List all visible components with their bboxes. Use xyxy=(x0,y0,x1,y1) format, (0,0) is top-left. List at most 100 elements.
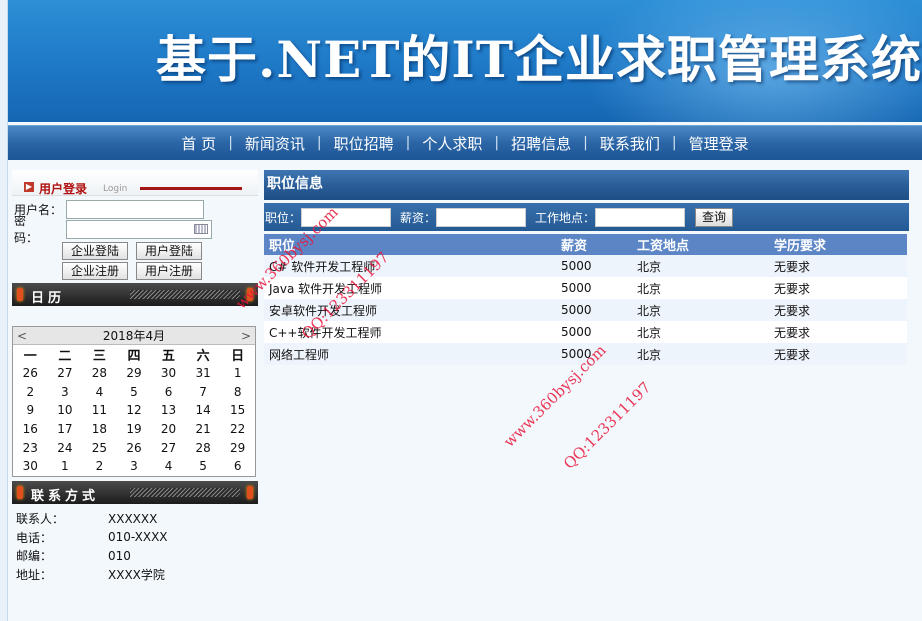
calendar-day[interactable]: 17 xyxy=(48,420,83,439)
calendar-week: 30 1 2 3 4 5 6 xyxy=(13,457,255,476)
calendar-day[interactable]: 14 xyxy=(186,401,221,420)
calendar-day[interactable]: 13 xyxy=(151,401,186,420)
company-login-button[interactable]: 企业登陆 xyxy=(62,242,128,260)
calendar-day[interactable]: 20 xyxy=(151,420,186,439)
nav-item-home[interactable]: 首 页 xyxy=(169,133,228,154)
left-edge xyxy=(0,0,8,621)
position-input[interactable] xyxy=(301,207,392,227)
username-input[interactable] xyxy=(66,199,204,219)
sidebar: ▶ 用户登录 Login 用户名： 密 码： 企业登陆 用户登陆 企业注册 用户… xyxy=(12,170,258,584)
calendar-day[interactable]: 15 xyxy=(220,401,255,420)
calendar-day[interactable]: 1 xyxy=(48,457,83,476)
calendar-day[interactable]: 31 xyxy=(186,364,221,383)
table-row[interactable]: Java 软件开发工程师 5000 北京 无要求 xyxy=(264,277,907,299)
calendar-day[interactable]: 21 xyxy=(186,420,221,439)
keyboard-icon[interactable] xyxy=(194,223,208,234)
job-title-cell[interactable]: Java 软件开发工程师 xyxy=(264,277,556,299)
calendar-week: 16 17 18 19 20 21 22 xyxy=(13,420,255,439)
job-salary-cell: 5000 xyxy=(556,277,632,299)
calendar-day[interactable]: 23 xyxy=(13,438,48,457)
nav-item-recruit-info[interactable]: 招聘信息 xyxy=(499,133,583,154)
calendar-day[interactable]: 12 xyxy=(117,401,152,420)
job-title-cell[interactable]: C# 软件开发工程师 xyxy=(264,255,556,277)
calendar-day[interactable]: 26 xyxy=(13,364,48,383)
calendar-day[interactable]: 2 xyxy=(82,457,117,476)
calendar-day[interactable]: 29 xyxy=(117,364,152,383)
calendar-day[interactable]: 5 xyxy=(117,383,152,402)
calendar-day[interactable]: 4 xyxy=(151,457,186,476)
calendar-day[interactable]: 30 xyxy=(151,364,186,383)
contact-title: 联系方式 xyxy=(31,488,100,504)
salary-label: 薪资： xyxy=(400,210,437,225)
column-position: 职位 xyxy=(264,234,556,255)
user-login-button[interactable]: 用户登陆 xyxy=(136,242,202,260)
contact-key: 邮编： xyxy=(16,549,53,564)
contact-value: 010 xyxy=(108,548,131,563)
company-register-button[interactable]: 企业注册 xyxy=(62,262,128,280)
calendar-day[interactable]: 22 xyxy=(220,420,255,439)
calendar-day[interactable]: 9 xyxy=(13,401,48,420)
calendar: < 2018年4月 > 一 二 三 四 五 六 日 26 27 28 29 30… xyxy=(12,326,256,477)
search-button[interactable]: 查询 xyxy=(695,207,734,227)
calendar-day[interactable]: 29 xyxy=(220,438,255,457)
location-input[interactable] xyxy=(595,207,686,227)
table-row[interactable]: C# 软件开发工程师 5000 北京 无要求 xyxy=(264,255,907,277)
calendar-day[interactable]: 19 xyxy=(117,420,152,439)
calendar-day[interactable]: 18 xyxy=(82,420,117,439)
calendar-day[interactable]: 5 xyxy=(186,457,221,476)
calendar-day[interactable]: 24 xyxy=(48,438,83,457)
calendar-day[interactable]: 6 xyxy=(220,457,255,476)
nav-item-job-seek[interactable]: 个人求职 xyxy=(410,133,494,154)
weekday-thu: 四 xyxy=(127,349,141,364)
calendar-week: 9 10 11 12 13 14 15 xyxy=(13,401,255,420)
job-panel: 职位信息 职位： 薪资： 工作地点： 查询 职位 薪资 工资地点 学历要求 C#… xyxy=(264,170,909,365)
calendar-day[interactable]: 10 xyxy=(48,401,83,420)
calendar-day[interactable]: 3 xyxy=(117,457,152,476)
job-table: 职位 薪资 工资地点 学历要求 C# 软件开发工程师 5000 北京 无要求 J… xyxy=(264,234,907,365)
weekday-fri: 五 xyxy=(162,349,176,364)
password-input[interactable] xyxy=(66,219,212,239)
header-stripe xyxy=(130,487,240,497)
calendar-day[interactable]: 28 xyxy=(186,438,221,457)
table-row[interactable]: 安卓软件开发工程师 5000 北京 无要求 xyxy=(264,299,907,321)
salary-input[interactable] xyxy=(436,207,527,227)
lantern-icon xyxy=(17,288,23,301)
calendar-day[interactable]: 6 xyxy=(151,383,186,402)
calendar-day[interactable]: 26 xyxy=(117,438,152,457)
table-row[interactable]: C++软件开发工程师 5000 北京 无要求 xyxy=(264,321,907,343)
calendar-day[interactable]: 27 xyxy=(151,438,186,457)
nav-item-news[interactable]: 新闻资讯 xyxy=(233,133,317,154)
calendar-day[interactable]: 8 xyxy=(220,383,255,402)
job-location-cell: 北京 xyxy=(632,277,769,299)
job-title-cell[interactable]: C++软件开发工程师 xyxy=(264,321,556,343)
nav-item-job-recruit[interactable]: 职位招聘 xyxy=(322,133,406,154)
user-register-button[interactable]: 用户注册 xyxy=(136,262,202,280)
calendar-day[interactable]: 28 xyxy=(82,364,117,383)
nav-item-admin-login[interactable]: 管理登录 xyxy=(677,133,761,154)
lantern-icon xyxy=(17,485,23,499)
calendar-day[interactable]: 16 xyxy=(13,420,48,439)
weekday-tue: 二 xyxy=(58,349,72,364)
calendar-week: 23 24 25 26 27 28 29 xyxy=(13,438,255,457)
calendar-day[interactable]: 1 xyxy=(220,364,255,383)
calendar-day[interactable]: 27 xyxy=(48,364,83,383)
nav-item-contact[interactable]: 联系我们 xyxy=(588,133,672,154)
calendar-next-button[interactable]: > xyxy=(241,329,251,343)
job-title-cell[interactable]: 网络工程师 xyxy=(264,343,556,365)
password-wrap xyxy=(66,219,212,239)
calendar-day[interactable]: 25 xyxy=(82,438,117,457)
calendar-title: 日历 xyxy=(31,291,66,306)
table-row[interactable]: 网络工程师 5000 北京 无要求 xyxy=(264,343,907,365)
calendar-day[interactable]: 11 xyxy=(82,401,117,420)
calendar-day[interactable]: 4 xyxy=(82,383,117,402)
calendar-prev-button[interactable]: < xyxy=(17,329,27,343)
calendar-day[interactable]: 3 xyxy=(48,383,83,402)
calendar-day[interactable]: 7 xyxy=(186,383,221,402)
job-education-cell: 无要求 xyxy=(769,299,907,321)
calendar-day[interactable]: 2 xyxy=(13,383,48,402)
site-title: 基于.NET的IT企业求职管理系统 xyxy=(156,30,922,89)
column-location: 工资地点 xyxy=(632,234,769,255)
password-row: 密 码： xyxy=(12,214,258,245)
job-title-cell[interactable]: 安卓软件开发工程师 xyxy=(264,299,556,321)
calendar-day[interactable]: 30 xyxy=(13,457,48,476)
